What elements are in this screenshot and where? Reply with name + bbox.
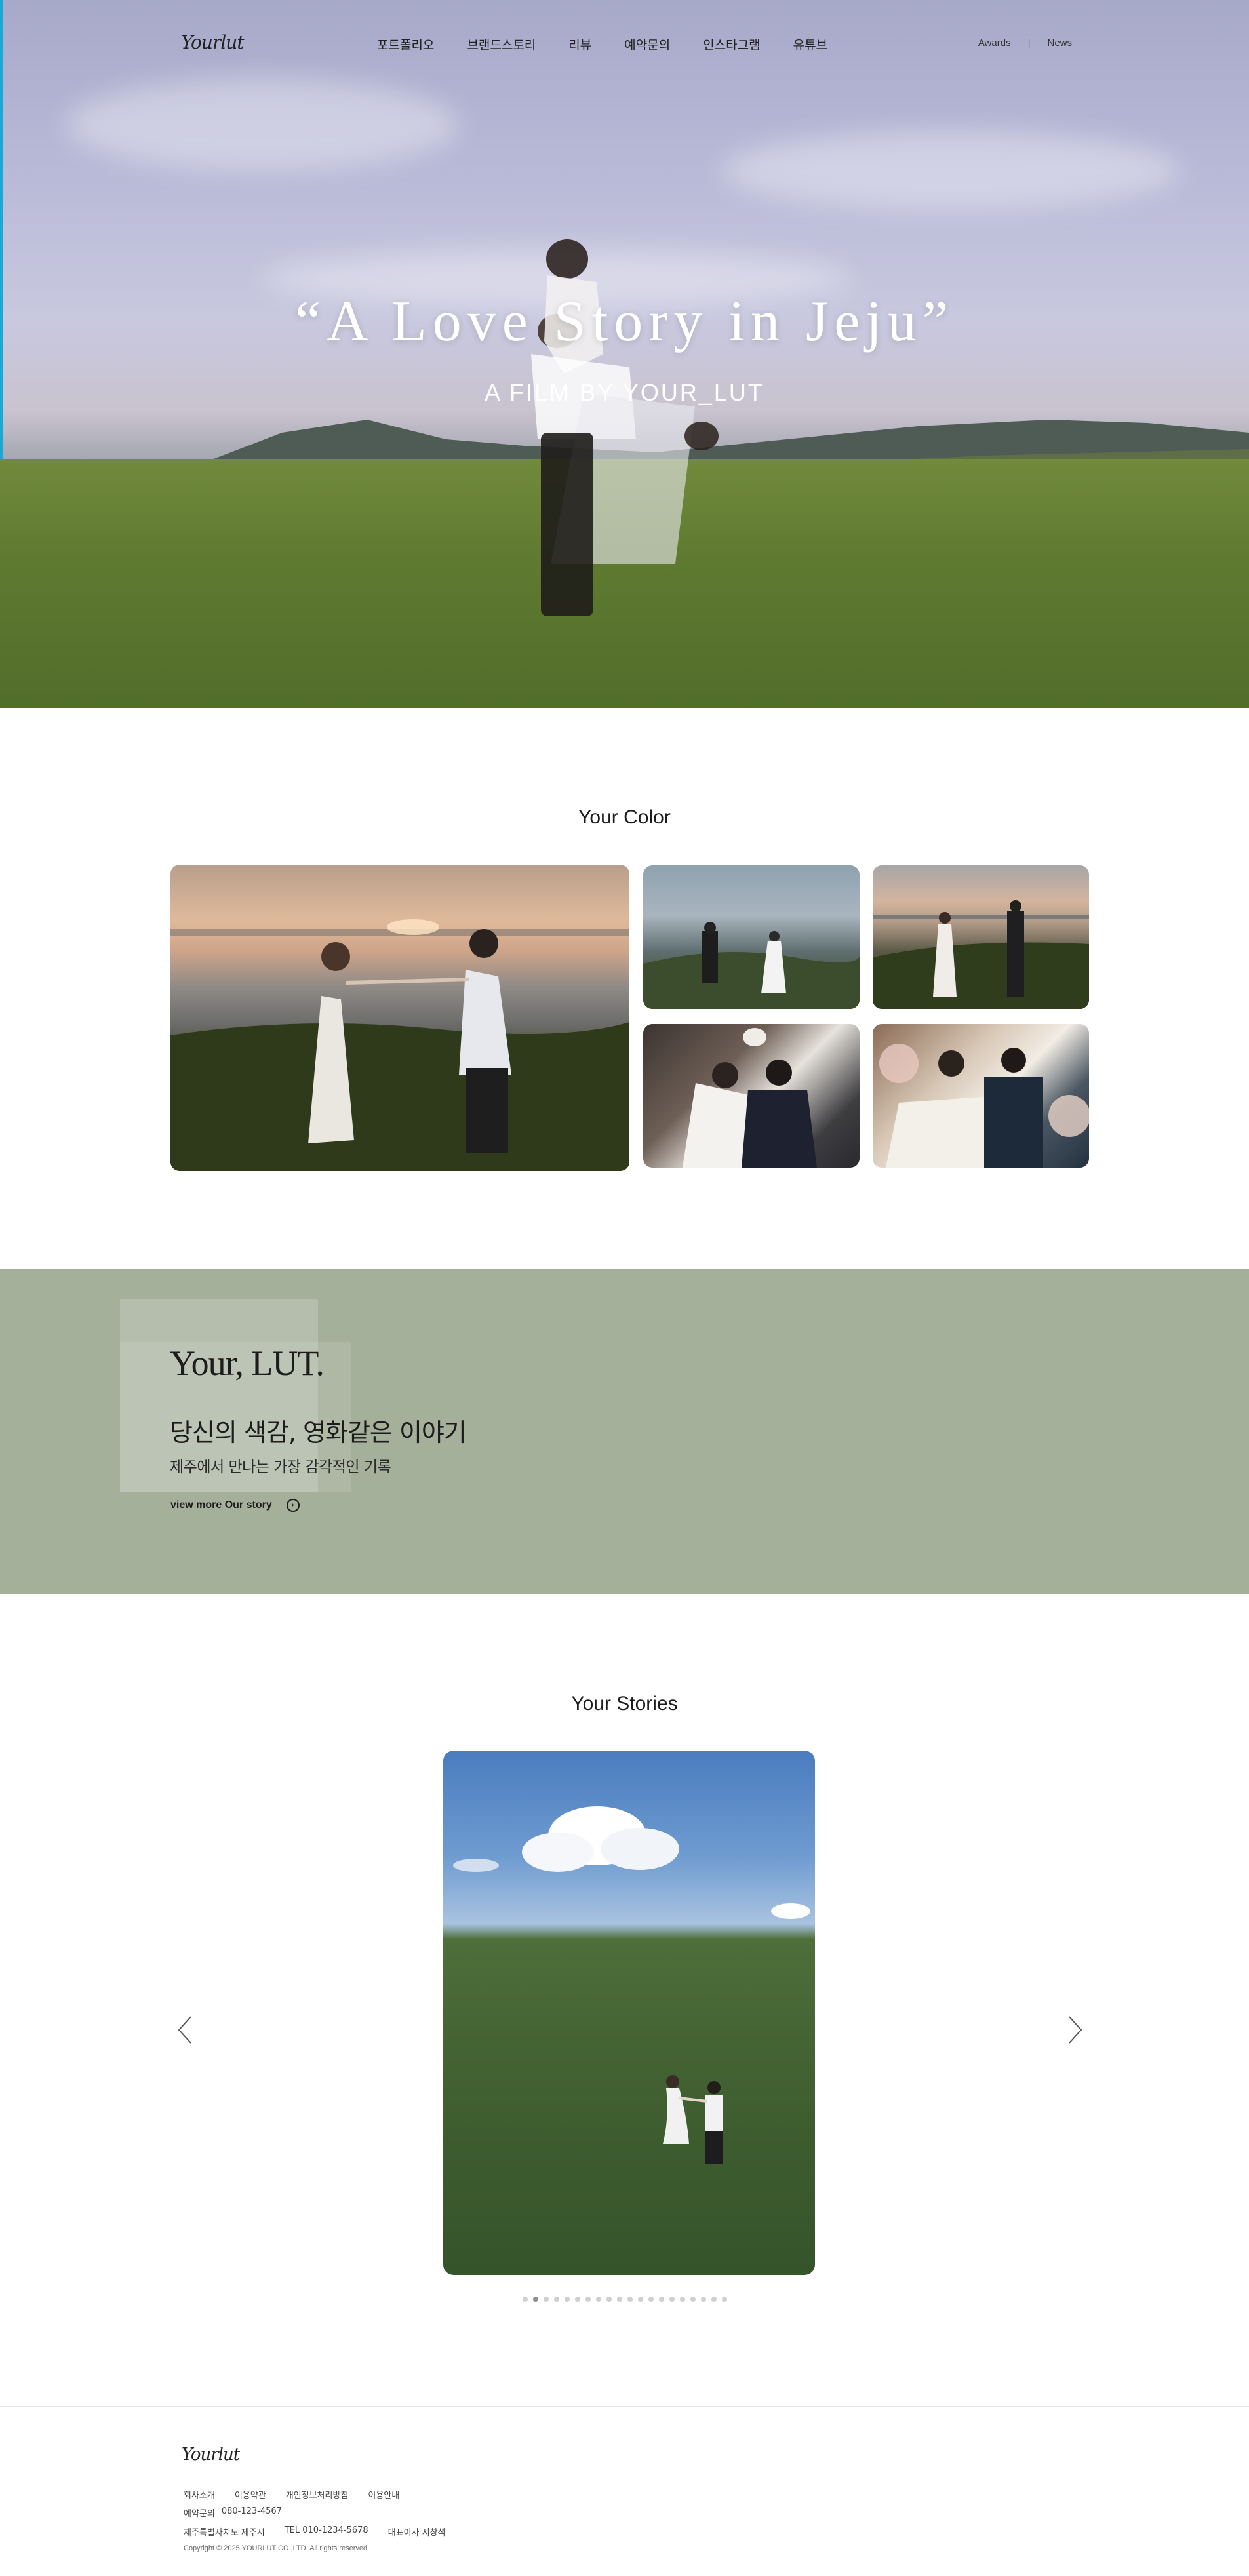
footer-link-terms[interactable]: 이용약관 — [235, 2488, 266, 2501]
slider-dot[interactable] — [690, 2297, 696, 2302]
slider-dot[interactable] — [553, 2297, 559, 2302]
footer-address: 제주특별자치도 제주시 — [184, 2528, 265, 2538]
gallery-photo-2[interactable] — [873, 865, 1089, 1009]
menu-item-review[interactable]: 리뷰 — [568, 35, 591, 53]
lut-subline: 제주에서 만나는 가장 감각적인 기록 — [170, 1459, 391, 1476]
footer-logo[interactable]: Yourlut — [182, 2445, 240, 2465]
slider-dot[interactable] — [574, 2297, 580, 2302]
hero-cloud — [721, 131, 1180, 210]
hero-section: Yourlut 포트폴리오 브랜드스토리 리뷰 예약문의 인스타그램 유튜브 A… — [0, 0, 1249, 708]
slider-dot[interactable] — [564, 2297, 570, 2302]
slider-dot[interactable] — [648, 2297, 654, 2302]
hero-title: “A Love Story in Jeju” — [295, 290, 954, 353]
menu-item-youtube[interactable]: 유튜브 — [793, 35, 827, 53]
footer-link-guide[interactable]: 이용안내 — [368, 2488, 399, 2501]
your-lut-section: Your, LUT. 당신의 색감, 영화같은 이야기 제주에서 만나는 가장 … — [0, 1269, 1249, 1594]
menu-item-portfolio[interactable]: 포트폴리오 — [377, 35, 434, 53]
view-more-story-link[interactable]: view more Our story › — [170, 1499, 300, 1512]
main-menu: 포트폴리오 브랜드스토리 리뷰 예약문의 인스타그램 유튜브 — [377, 35, 860, 53]
slider-dot[interactable] — [658, 2297, 664, 2302]
gallery-photo-4-art — [879, 1044, 1089, 1168]
arrow-right-circle-icon: › — [286, 1499, 300, 1512]
utility-separator: | — [1027, 37, 1031, 49]
hero-subtitle: A FILM BY YOUR_LUT — [485, 379, 764, 406]
gallery-photo-2-art — [873, 900, 1089, 1009]
top-navigation: Yourlut 포트폴리오 브랜드스토리 리뷰 예약문의 인스타그램 유튜브 A… — [0, 0, 1249, 89]
slider-dot[interactable] — [595, 2297, 601, 2302]
slider-dot[interactable] — [627, 2297, 633, 2302]
menu-item-reservation[interactable]: 예약문의 — [624, 35, 670, 53]
footer-contact: 예약문의 080-123-4567 — [184, 2507, 302, 2519]
footer-tel: TEL 010-1234-5678 — [284, 2526, 368, 2535]
footer-company-info: 제주특별자치도 제주시 TEL 010-1234-5678 대표이사 서창석 — [184, 2526, 466, 2538]
chevron-right-icon[interactable] — [1060, 2010, 1086, 2050]
gallery-photo-3[interactable] — [643, 1024, 860, 1168]
slider-dot[interactable] — [543, 2297, 549, 2302]
gallery-photo-main[interactable] — [170, 865, 629, 1171]
hero-cloud — [66, 79, 459, 170]
slider-dot[interactable] — [679, 2297, 685, 2302]
site-footer: Yourlut 회사소개 이용약관 개인정보처리방침 이용안내 예약문의 080… — [0, 2406, 1249, 2576]
slider-pagination — [0, 2297, 1249, 2302]
site-logo[interactable]: Yourlut — [181, 31, 245, 53]
slider-dot[interactable] — [637, 2297, 643, 2302]
slider-dot[interactable] — [585, 2297, 591, 2302]
your-color-title: Your Color — [578, 806, 671, 828]
slider-dot[interactable] — [700, 2297, 706, 2302]
gallery-photo-main-art — [170, 919, 629, 1171]
footer-contact-phone: 080-123-4567 — [221, 2507, 282, 2516]
hero-couple-image — [531, 239, 719, 616]
your-stories-title: Your Stories — [571, 1693, 678, 1714]
footer-contact-label: 예약문의 — [184, 2509, 215, 2519]
utility-links: Awards | News — [978, 37, 1072, 49]
footer-copyright: Copyright © 2025 YOURLUT CO.,LTD. All ri… — [184, 2545, 370, 2552]
story-slide-art — [453, 1806, 810, 2164]
gallery-photo-4[interactable] — [873, 1024, 1089, 1168]
slider-dot[interactable] — [721, 2297, 727, 2302]
chevron-left-icon[interactable] — [174, 2010, 200, 2050]
footer-link-company[interactable]: 회사소개 — [184, 2488, 215, 2501]
slider-dot[interactable] — [532, 2297, 538, 2302]
view-more-label: view more Our story — [170, 1499, 272, 1511]
slider-dot[interactable] — [669, 2297, 675, 2302]
gallery-photo-1[interactable] — [643, 865, 860, 1009]
slider-dot[interactable] — [711, 2297, 717, 2302]
footer-links: 회사소개 이용약관 개인정보처리방침 이용안내 — [184, 2488, 419, 2501]
menu-item-brand-story[interactable]: 브랜드스토리 — [467, 35, 536, 53]
news-link[interactable]: News — [1047, 37, 1072, 49]
slider-dot[interactable] — [606, 2297, 612, 2302]
lut-headline: 당신의 색감, 영화같은 이야기 — [170, 1418, 467, 1447]
awards-link[interactable]: Awards — [978, 37, 1011, 49]
slider-dot[interactable] — [522, 2297, 528, 2302]
gallery-photo-3-art — [683, 1028, 817, 1168]
gallery-photo-1-art — [643, 922, 860, 1009]
footer-ceo: 대표이사 서창석 — [387, 2528, 446, 2538]
story-slide-image[interactable] — [443, 1751, 815, 2275]
lut-heading: Your, LUT. — [170, 1343, 325, 1383]
footer-link-privacy[interactable]: 개인정보처리방침 — [286, 2488, 349, 2501]
menu-item-instagram[interactable]: 인스타그램 — [703, 35, 760, 53]
slider-dot[interactable] — [616, 2297, 622, 2302]
